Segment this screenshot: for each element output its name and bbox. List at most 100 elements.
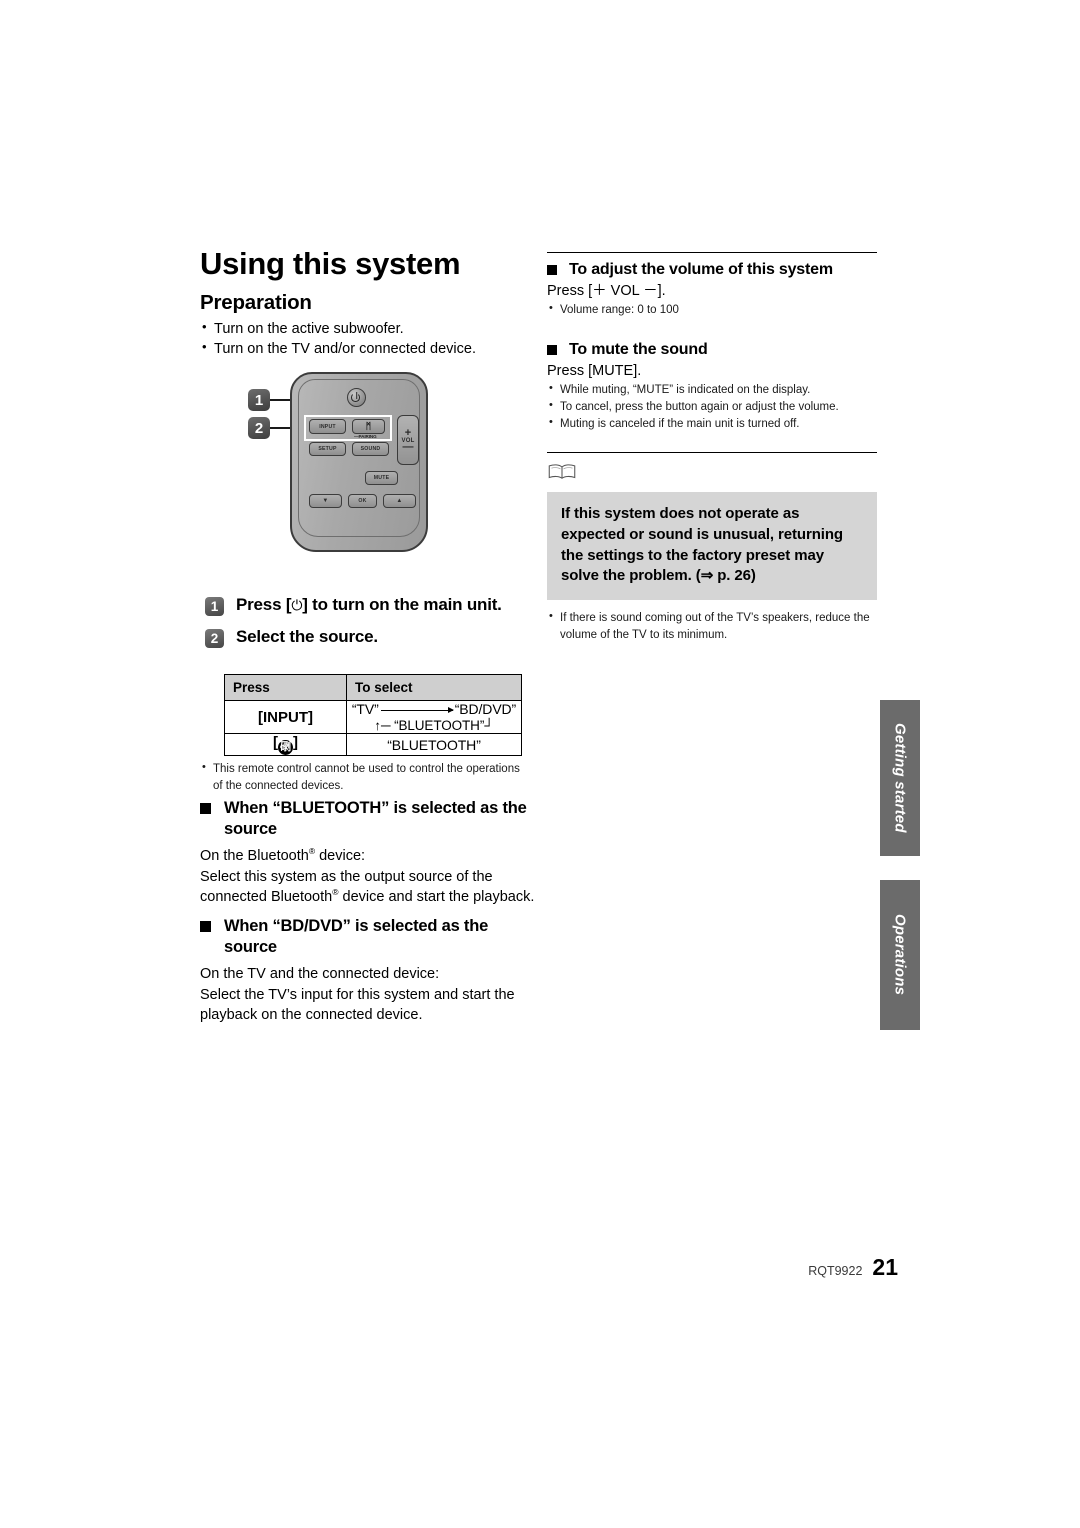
section-heading-mute: To mute the sound — [547, 341, 877, 359]
document-code: RQT9922 — [808, 1264, 863, 1278]
remote-mute-button: MUTE — [365, 471, 398, 485]
remote-control-diagram: 1 2 INPUT ᛗ —PAIRING SETUP SOUND MUTE ▼ … — [248, 372, 428, 554]
bluetooth-line2-post: device and start the playback. — [338, 888, 535, 905]
bluetooth-line1-pre: On the Bluetooth — [200, 848, 309, 865]
volume-minus-label: — — [402, 441, 414, 454]
power-icon — [347, 388, 366, 407]
side-tab-getting-started[interactable]: Getting started — [880, 700, 920, 856]
table-row: [䃗] “BLUETOOTH” — [224, 733, 522, 757]
important-note-box: If this system does not operate as expec… — [547, 492, 877, 601]
list-item: While muting, “MUTE” is indicated on the… — [547, 381, 877, 399]
bracket-close: ] — [293, 734, 298, 752]
mute-instruction: Press [MUTE]. — [547, 362, 642, 379]
callout-badge-1: 1 — [248, 389, 270, 411]
bluetooth-line1-post: device: — [315, 848, 366, 865]
table-footnote-list: This remote control cannot be used to co… — [200, 760, 530, 794]
section-heading-text: When “BD/DVD” is selected as the source — [224, 917, 489, 956]
book-icon — [548, 464, 576, 480]
cycle-to-label: “BD/DVD” — [454, 701, 517, 717]
page-number: 21 — [872, 1254, 898, 1280]
remote-body: INPUT ᛗ —PAIRING SETUP SOUND MUTE ▼ OK ▲… — [290, 372, 428, 552]
bddvd-body-line2: Select the TV’s input for this system an… — [200, 986, 515, 1023]
source-selection-table: Press To select [INPUT] “TV” “BD/DVD” ↑─ … — [224, 674, 522, 757]
bluetooth-body-line2: Select this system as the output source … — [200, 867, 535, 908]
bluetooth-body-line1: On the Bluetooth® device: — [200, 846, 535, 866]
section-divider-mid — [547, 452, 877, 454]
cycle-row-bottom: ↑─ “BLUETOOTH”┘ — [374, 717, 494, 733]
table-header-row: Press To select — [224, 674, 522, 701]
remote-volume-rocker: + VOL — — [397, 415, 419, 465]
callout-badge-2: 2 — [248, 417, 270, 439]
cycle-loop-label: “BLUETOOTH” — [394, 717, 485, 733]
list-item: To cancel, press the button again or adj… — [547, 398, 877, 416]
note-after-list: If there is sound coming out of the TV’s… — [547, 609, 877, 643]
page-footer: RQT9922 21 — [808, 1254, 898, 1281]
left-column: Using this system Preparation Turn on th… — [200, 246, 535, 360]
cycle-row-top: “TV” “BD/DVD” — [347, 701, 521, 718]
list-item: If there is sound coming out of the TV’s… — [547, 609, 877, 643]
bddvd-body-line1: On the TV and the connected device: — [200, 966, 440, 983]
table-footnote: This remote control cannot be used to co… — [200, 760, 530, 794]
square-bullet-icon — [200, 921, 211, 932]
volume-instruction: Press [＋ VOL －]. — [547, 283, 666, 299]
preparation-heading: Preparation — [200, 290, 312, 314]
volume-plus-label: + — [404, 427, 412, 440]
bddvd-source-section: When “BD/DVD” is selected as the source … — [200, 916, 535, 1025]
cell-select-cycle: “TV” “BD/DVD” ↑─ “BLUETOOTH”┘ — [346, 699, 522, 735]
steps-list: 1 Press [⏻] to turn on the main unit. 2 … — [205, 595, 540, 659]
side-tab-operations[interactable]: Operations — [880, 880, 920, 1030]
remote-input-button: INPUT — [309, 419, 346, 434]
step-1: 1 Press [⏻] to turn on the main unit. — [205, 595, 540, 616]
section-divider-top — [547, 252, 877, 253]
source-cycle-diagram: “TV” “BD/DVD” ↑─ “BLUETOOTH”┘ — [347, 701, 521, 733]
list-item: Volume range: 0 to 100 — [547, 301, 877, 319]
list-item: This remote control cannot be used to co… — [200, 760, 530, 794]
section-heading-bddvd: When “BD/DVD” is selected as the source — [200, 916, 535, 957]
cell-select-bluetooth: “BLUETOOTH” — [346, 733, 522, 757]
column-header-to-select: To select — [346, 674, 522, 701]
section-heading-volume: To adjust the volume of this system — [547, 261, 877, 279]
right-column: To adjust the volume of this system Pres… — [547, 252, 877, 643]
remote-pairing-label: —PAIRING — [354, 434, 377, 439]
bluetooth-source-section: When “BLUETOOTH” is selected as the sour… — [200, 798, 535, 907]
column-header-press: Press — [224, 674, 347, 701]
arrow-right-icon — [380, 705, 454, 714]
cycle-from-label: “TV” — [351, 701, 379, 717]
remote-up-button: ▲ — [383, 494, 416, 508]
table-row: [INPUT] “TV” “BD/DVD” ↑─ “BLUETOOTH”┘ — [224, 699, 522, 735]
list-item: Muting is canceled if the main unit is t… — [547, 415, 877, 433]
list-item: Turn on the TV and/or connected device. — [200, 338, 535, 360]
cell-press-bluetooth: [䃗] — [224, 733, 347, 757]
section-heading-text: To adjust the volume of this system — [569, 261, 833, 278]
step-2: 2 Select the source. — [205, 627, 540, 648]
remote-setup-button: SETUP — [309, 442, 346, 456]
volume-notes-list: Volume range: 0 to 100 — [547, 301, 877, 319]
list-item: Turn on the active subwoofer. — [200, 318, 535, 340]
step-text: Select the source. — [236, 627, 378, 646]
cell-press-input: [INPUT] — [224, 699, 347, 735]
square-bullet-icon — [200, 803, 211, 814]
step-text-before: Press [ — [236, 595, 292, 614]
bluetooth-icon: ᛗ — [365, 421, 372, 431]
square-bullet-icon — [547, 344, 557, 355]
triangle-down-icon: ▼ — [322, 498, 329, 504]
step-text-after: ] to turn on the main unit. — [302, 595, 502, 614]
remote-ok-button: OK — [348, 494, 377, 508]
page-title: Using this system — [200, 246, 461, 281]
square-bullet-icon — [547, 265, 557, 275]
bluetooth-icon: 䃗 — [278, 740, 293, 756]
mute-notes-list: While muting, “MUTE” is indicated on the… — [547, 381, 877, 433]
preparation-list: Turn on the active subwoofer. Turn on th… — [200, 318, 535, 360]
step-text: Press [⏻] to turn on the main unit. — [236, 595, 502, 616]
manual-page: Using this system Preparation Turn on th… — [0, 0, 1080, 1528]
triangle-up-icon: ▲ — [396, 498, 403, 504]
step-number-badge: 1 — [205, 597, 224, 616]
remote-down-button: ▼ — [309, 494, 342, 508]
section-heading-text: To mute the sound — [569, 340, 708, 358]
power-glyph-icon: ⏻ — [291, 597, 303, 613]
section-heading-text: When “BLUETOOTH” is selected as the sour… — [224, 799, 527, 838]
section-heading-bluetooth: When “BLUETOOTH” is selected as the sour… — [200, 798, 535, 839]
remote-bluetooth-button: ᛗ — [352, 419, 385, 434]
step-number-badge: 2 — [205, 629, 224, 648]
remote-sound-button: SOUND — [352, 442, 389, 456]
